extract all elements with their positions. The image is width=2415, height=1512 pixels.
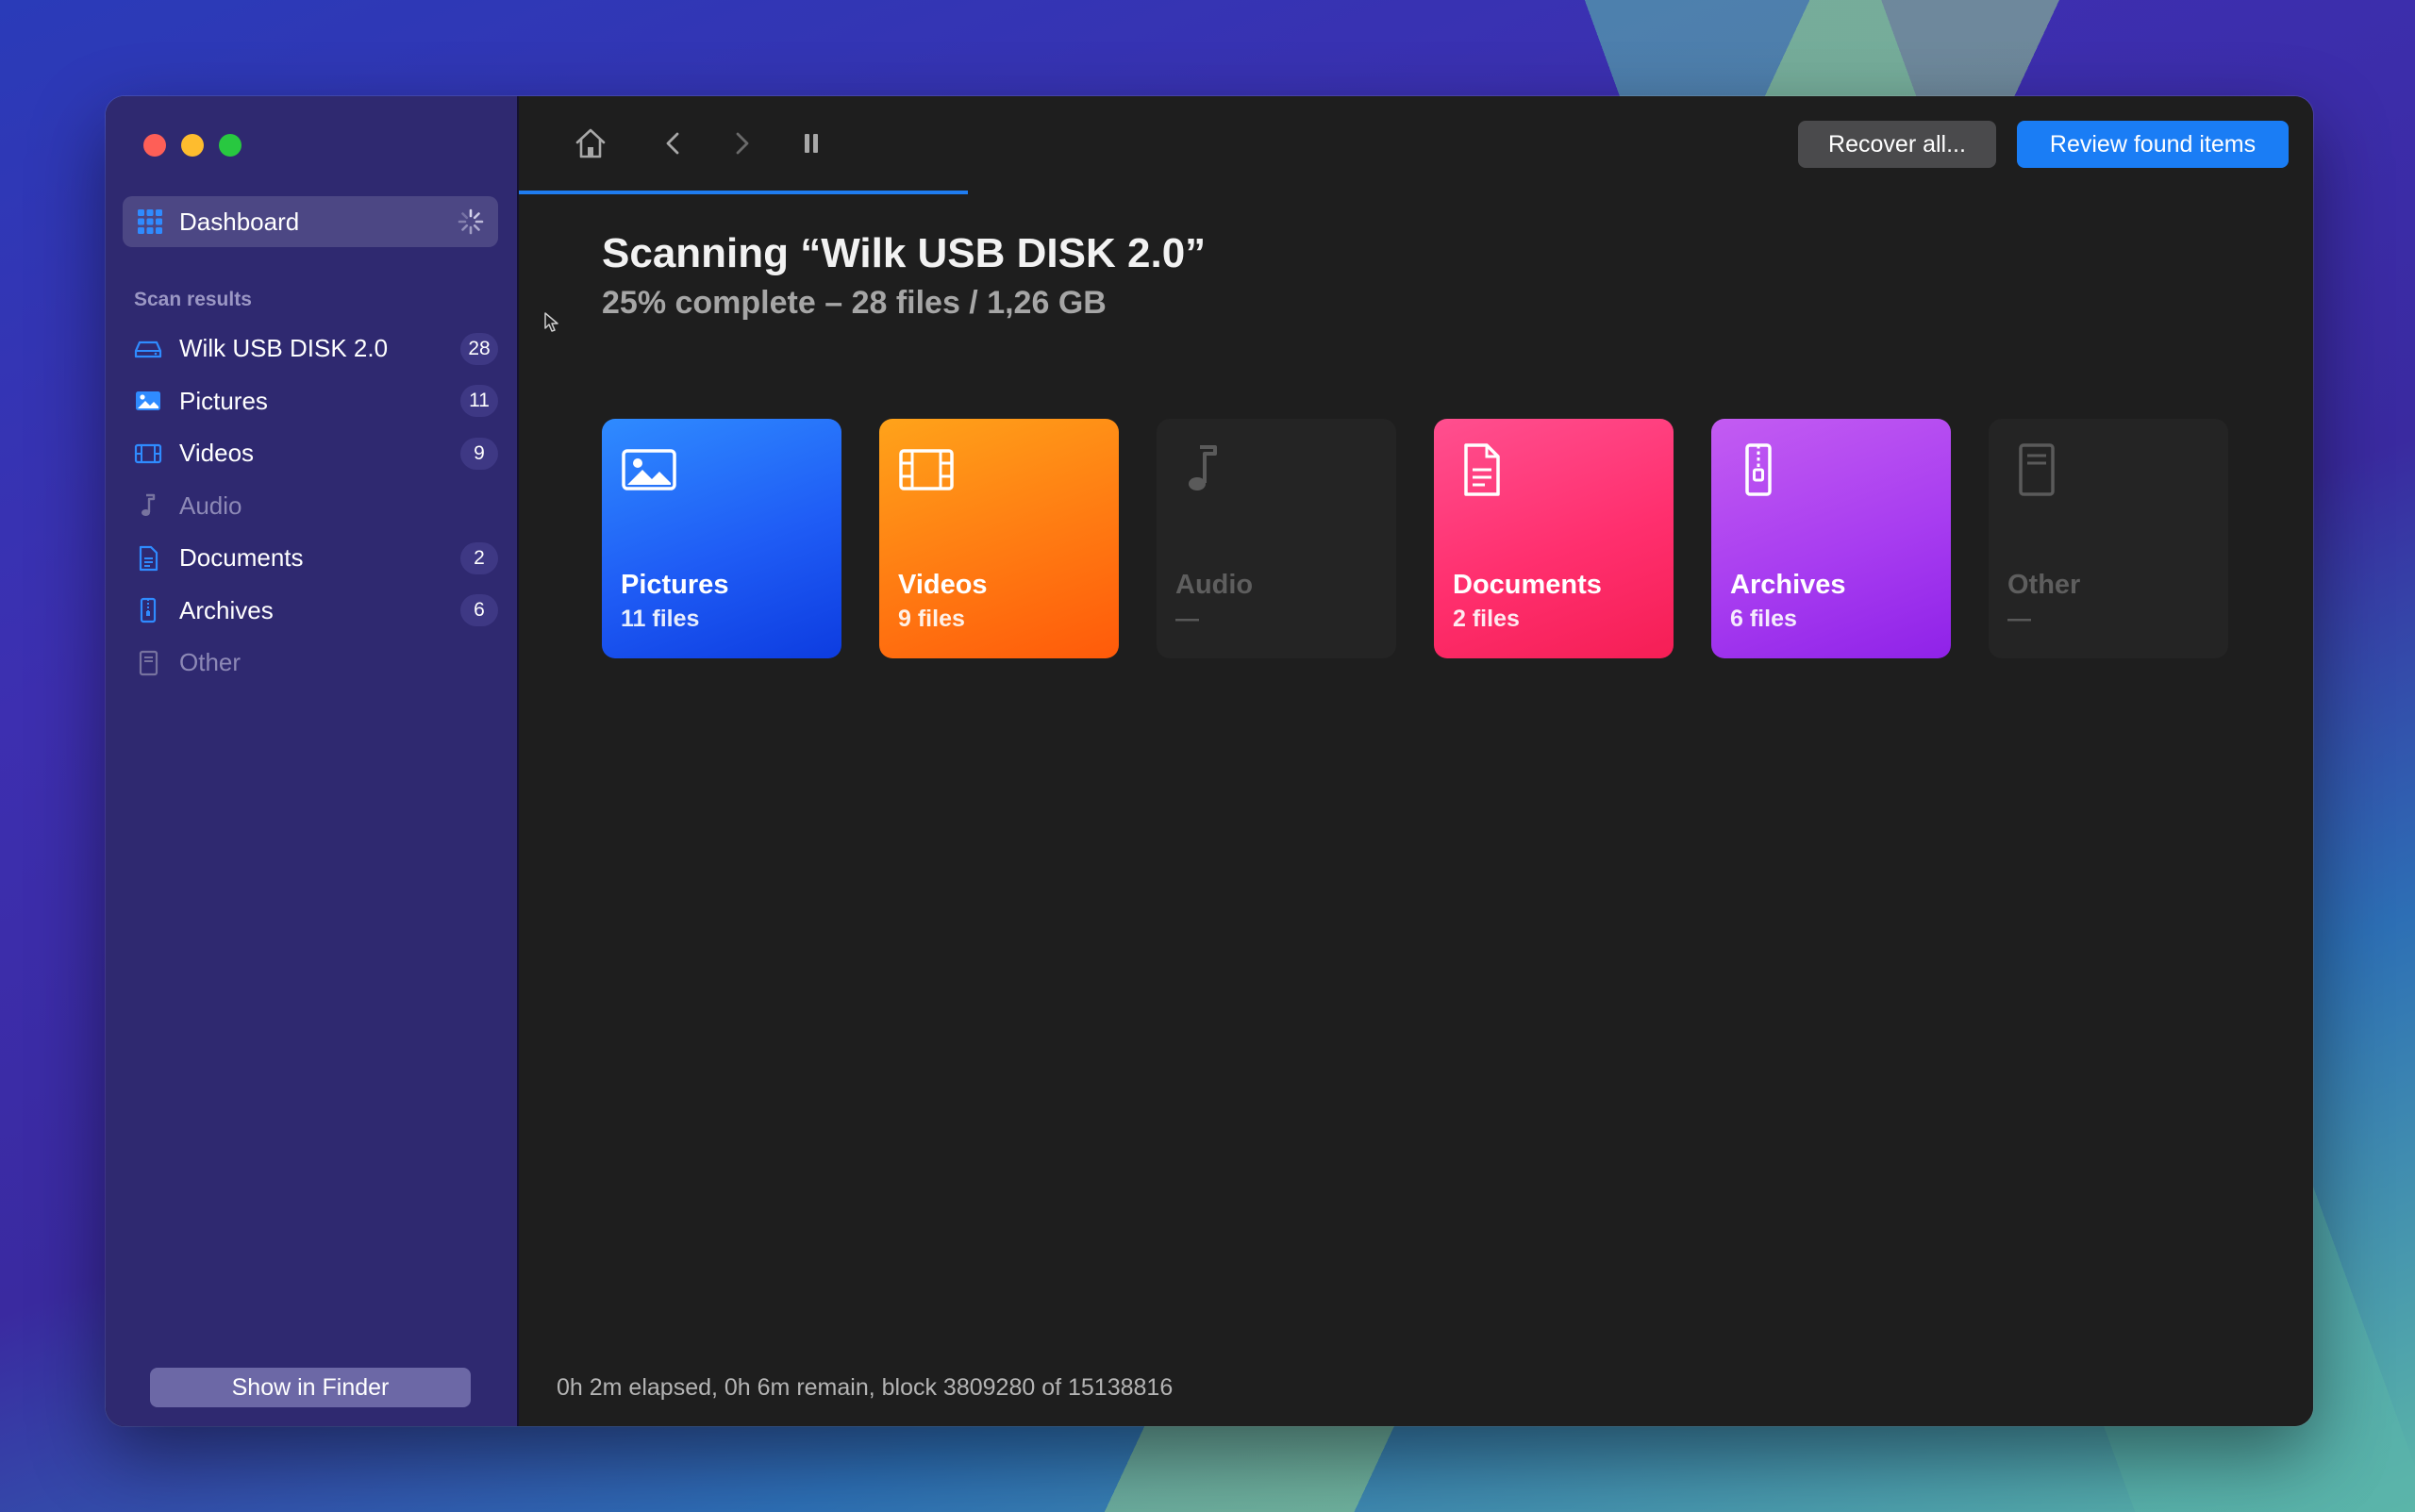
music-note-icon (134, 491, 162, 520)
document-icon (1464, 443, 1500, 496)
count-badge: 2 (460, 541, 498, 574)
minimize-window-button[interactable] (181, 134, 204, 157)
sidebar-item-label: Documents (179, 543, 304, 573)
sidebar-item-label: Audio (179, 490, 242, 520)
sidebar-item-label: Other (179, 648, 242, 677)
scan-progress-text: 25% complete – 28 files / 1,26 GB (602, 285, 1107, 321)
card-title: Pictures (621, 570, 729, 600)
forward-chevron-icon[interactable] (721, 123, 762, 164)
toolbar: Recover all... Review found items (519, 96, 2313, 194)
scan-progress-bar (519, 191, 2313, 194)
scan-results-list: Wilk USB DISK 2.0 28 Pictures 11 Videos … (134, 323, 498, 690)
card-title: Documents (1453, 570, 1602, 600)
sidebar-item-label: Dashboard (179, 207, 300, 236)
card-title: Videos (898, 570, 988, 600)
count-badge: 28 (460, 332, 498, 365)
document-icon (134, 544, 162, 573)
film-icon (134, 440, 162, 468)
card-pictures[interactable]: Pictures 11 files (602, 419, 841, 658)
sidebar-item-dashboard[interactable]: Dashboard (123, 196, 498, 247)
review-found-items-button[interactable]: Review found items (2017, 121, 2289, 168)
mouse-pointer-icon (544, 312, 558, 332)
zoom-window-button[interactable] (219, 134, 242, 157)
scan-progress-fill (519, 191, 968, 194)
archive-icon (134, 596, 162, 624)
picture-icon (134, 387, 162, 415)
sidebar-item-label: Archives (179, 595, 274, 624)
count-badge: 6 (460, 594, 498, 627)
archive-icon (1745, 443, 1772, 496)
card-title: Other (2007, 570, 2081, 600)
home-icon[interactable] (570, 123, 611, 164)
sidebar-item-audio[interactable]: Audio (134, 480, 498, 533)
recover-all-button[interactable]: Recover all... (1798, 121, 1996, 168)
count-badge: 11 (460, 385, 498, 418)
category-cards: Pictures 11 files Videos 9 files Audio —… (602, 419, 2228, 658)
file-icon (2019, 443, 2055, 496)
close-window-button[interactable] (143, 134, 166, 157)
card-title: Audio (1175, 570, 1254, 600)
picture-icon (622, 449, 676, 490)
card-title: Archives (1730, 570, 1846, 600)
sidebar-item-drive[interactable]: Wilk USB DISK 2.0 28 (134, 323, 498, 375)
sidebar-item-label: Wilk USB DISK 2.0 (179, 334, 389, 363)
card-count: 11 files (621, 606, 700, 632)
window-controls (143, 134, 242, 157)
card-audio[interactable]: Audio — (1157, 419, 1396, 658)
grid-icon (138, 209, 162, 234)
card-count: 2 files (1453, 606, 1520, 632)
card-count: 9 files (898, 606, 965, 632)
scan-status-text: 0h 2m elapsed, 0h 6m remain, block 38092… (557, 1374, 1174, 1401)
music-note-icon (1189, 445, 1217, 490)
card-count: — (2007, 606, 2031, 632)
card-count: — (1175, 606, 1199, 632)
sidebar-item-documents[interactable]: Documents 2 (134, 532, 498, 585)
back-chevron-icon[interactable] (653, 123, 694, 164)
sidebar-item-archives[interactable]: Archives 6 (134, 585, 498, 638)
page-title: Scanning “Wilk USB DISK 2.0” (602, 230, 1207, 276)
sidebar: Dashboard Scan results Wilk USB DISK 2.0… (106, 96, 519, 1426)
card-count: 6 files (1730, 606, 1797, 632)
sidebar-item-other[interactable]: Other (134, 637, 498, 690)
sidebar-item-pictures[interactable]: Pictures 11 (134, 375, 498, 428)
scan-results-heading: Scan results (134, 289, 252, 310)
show-in-finder-button[interactable]: Show in Finder (150, 1368, 471, 1407)
file-icon (134, 649, 162, 677)
app-window: Dashboard Scan results Wilk USB DISK 2.0… (106, 96, 2313, 1426)
main-panel: Recover all... Review found items Scanni… (519, 96, 2313, 1426)
film-icon (899, 449, 954, 490)
count-badge: 9 (460, 437, 498, 470)
card-archives[interactable]: Archives 6 files (1711, 419, 1951, 658)
drive-icon (134, 335, 162, 363)
spinner-icon (458, 208, 484, 235)
pause-icon[interactable] (791, 123, 832, 164)
sidebar-item-videos[interactable]: Videos 9 (134, 427, 498, 480)
card-videos[interactable]: Videos 9 files (879, 419, 1119, 658)
card-other[interactable]: Other — (1989, 419, 2228, 658)
sidebar-item-label: Pictures (179, 386, 268, 415)
sidebar-item-label: Videos (179, 439, 255, 468)
card-documents[interactable]: Documents 2 files (1434, 419, 1674, 658)
